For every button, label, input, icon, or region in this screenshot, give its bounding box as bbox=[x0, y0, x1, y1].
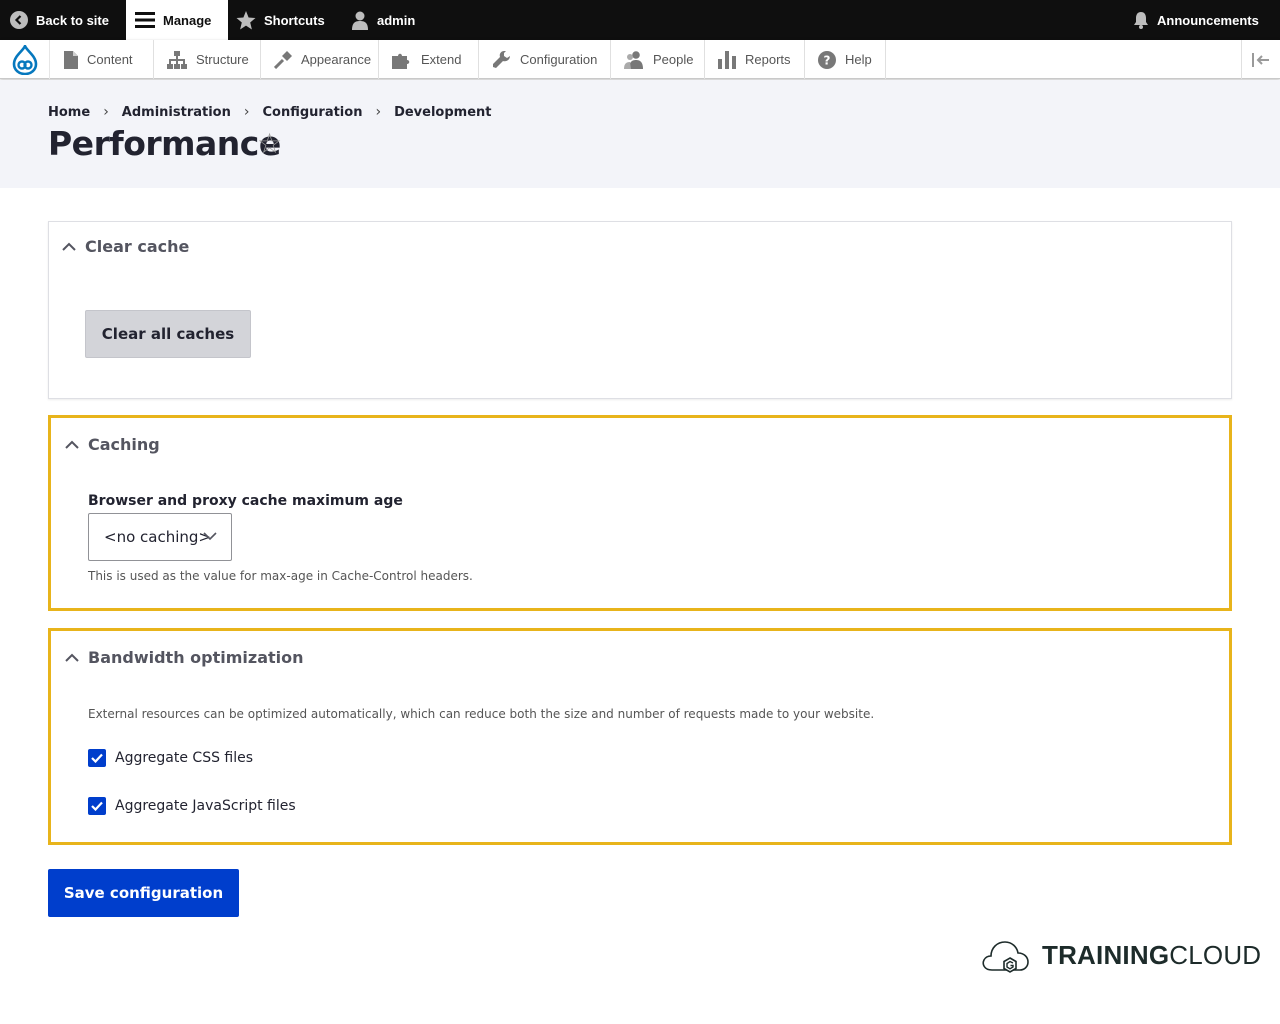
bell-icon bbox=[1134, 12, 1148, 29]
checkmark-icon bbox=[91, 753, 103, 763]
tray-orientation-toggle[interactable] bbox=[1241, 40, 1280, 79]
tray-item-extend[interactable]: Extend bbox=[379, 40, 479, 79]
content-icon bbox=[64, 50, 78, 69]
announcements-label: Announcements bbox=[1157, 12, 1259, 28]
tray-item-appearance[interactable]: Appearance bbox=[261, 40, 379, 79]
reports-icon bbox=[718, 50, 736, 69]
cloud-logo-icon bbox=[982, 941, 1029, 973]
chevron-up-icon bbox=[65, 653, 79, 662]
structure-icon bbox=[167, 50, 187, 69]
tray-item-configuration[interactable]: Configuration bbox=[479, 40, 611, 79]
aggregate-css-label: Aggregate CSS files bbox=[115, 750, 254, 766]
breadcrumb-home[interactable]: Home bbox=[48, 105, 90, 120]
add-shortcut-star-icon[interactable]: ☆ bbox=[257, 130, 282, 158]
page-title: Performance bbox=[48, 124, 281, 163]
drupal-logo[interactable] bbox=[0, 40, 50, 79]
shortcuts-tab[interactable]: Shortcuts bbox=[236, 0, 325, 40]
breadcrumb-administration[interactable]: Administration bbox=[122, 105, 231, 120]
tray-item-people[interactable]: People bbox=[611, 40, 705, 79]
chevron-up-icon bbox=[62, 242, 76, 251]
tray-label-extend: Extend bbox=[421, 52, 462, 67]
breadcrumb-separator: › bbox=[103, 104, 109, 120]
tray-item-content[interactable]: Content bbox=[51, 40, 154, 79]
breadcrumb-separator: › bbox=[243, 104, 250, 120]
wrench-icon bbox=[493, 51, 510, 68]
max-age-label: Browser and proxy cache maximum age bbox=[88, 493, 403, 509]
tray-label-content: Content bbox=[87, 52, 133, 67]
aggregate-css-option[interactable]: Aggregate CSS files bbox=[88, 749, 253, 767]
save-configuration-button[interactable]: Save configuration bbox=[48, 869, 239, 917]
back-to-site-link[interactable]: Back to site bbox=[10, 0, 109, 40]
appearance-icon bbox=[274, 50, 292, 69]
back-to-site-label: Back to site bbox=[36, 12, 109, 28]
user-tab[interactable]: admin bbox=[351, 0, 415, 40]
bandwidth-summary-label: Bandwidth optimization bbox=[88, 648, 304, 667]
tray-item-structure[interactable]: Structure bbox=[154, 40, 261, 79]
tray-label-reports: Reports bbox=[745, 52, 791, 67]
shortcuts-label: Shortcuts bbox=[264, 12, 325, 28]
max-age-select[interactable]: <no caching> bbox=[88, 513, 232, 561]
caching-panel: Caching Browser and proxy cache maximum … bbox=[48, 415, 1232, 611]
page-header: Home › Administration › Configuration › … bbox=[0, 80, 1280, 188]
bandwidth-summary[interactable]: Bandwidth optimization bbox=[65, 648, 304, 667]
manage-label: Manage bbox=[163, 12, 212, 28]
breadcrumb-development[interactable]: Development bbox=[394, 105, 491, 120]
aggregate-css-checkbox[interactable] bbox=[88, 749, 106, 767]
chevron-down-icon bbox=[203, 532, 217, 541]
collapse-left-icon bbox=[1252, 52, 1269, 67]
clear-cache-summary-label: Clear cache bbox=[85, 237, 190, 256]
clear-cache-panel: Clear cache Clear all caches bbox=[48, 221, 1232, 399]
tray-label-configuration: Configuration bbox=[520, 52, 598, 67]
manage-tab[interactable]: Manage bbox=[126, 0, 228, 40]
breadcrumb: Home › Administration › Configuration › … bbox=[48, 104, 492, 120]
admin-toolbar: Back to site Manage Shortcuts admin Anno… bbox=[0, 0, 1280, 40]
bandwidth-description: External resources can be optimized auto… bbox=[88, 707, 875, 721]
admin-tray: Content Structure Appearance Extend Conf… bbox=[0, 40, 1280, 79]
clear-all-caches-button[interactable]: Clear all caches bbox=[85, 310, 251, 358]
max-age-selected-value: <no caching> bbox=[104, 528, 211, 546]
breadcrumb-configuration[interactable]: Configuration bbox=[262, 105, 362, 120]
star-icon bbox=[236, 10, 256, 29]
user-icon bbox=[352, 11, 368, 30]
tray-label-appearance: Appearance bbox=[301, 52, 372, 67]
caching-summary-label: Caching bbox=[88, 435, 160, 454]
help-icon: ? bbox=[818, 50, 836, 69]
chevron-up-icon bbox=[65, 440, 79, 449]
tray-item-reports[interactable]: Reports bbox=[705, 40, 805, 79]
trainingcloud-logo: TRAININGCLOUD bbox=[980, 936, 1261, 974]
brand-wordmark: TRAININGCLOUD bbox=[1042, 940, 1261, 971]
brand-wordmark-bold: TRAINING bbox=[1042, 939, 1170, 970]
caching-summary[interactable]: Caching bbox=[65, 435, 160, 454]
hamburger-icon bbox=[135, 12, 155, 28]
max-age-description: This is used as the value for max-age in… bbox=[88, 569, 473, 583]
back-arrow-icon bbox=[10, 11, 28, 29]
checkmark-icon bbox=[91, 801, 103, 811]
aggregate-js-label: Aggregate JavaScript files bbox=[115, 798, 296, 814]
tray-item-help[interactable]: ? Help bbox=[805, 40, 886, 79]
aggregate-js-checkbox[interactable] bbox=[88, 797, 106, 815]
announcements-tab[interactable]: Announcements bbox=[1133, 0, 1259, 40]
breadcrumb-separator: › bbox=[375, 104, 382, 120]
tray-label-structure: Structure bbox=[196, 52, 249, 67]
clear-cache-summary[interactable]: Clear cache bbox=[62, 237, 189, 256]
tray-label-help: Help bbox=[845, 52, 872, 67]
drupal-drop-icon bbox=[12, 44, 37, 75]
bandwidth-panel: Bandwidth optimization External resource… bbox=[48, 628, 1232, 845]
tray-label-people: People bbox=[653, 52, 694, 67]
people-icon bbox=[624, 50, 643, 69]
user-label: admin bbox=[377, 12, 416, 28]
aggregate-js-option[interactable]: Aggregate JavaScript files bbox=[88, 797, 296, 815]
extend-icon bbox=[392, 53, 410, 69]
brand-wordmark-light: CLOUD bbox=[1169, 939, 1262, 970]
svg-text:?: ? bbox=[824, 53, 831, 67]
